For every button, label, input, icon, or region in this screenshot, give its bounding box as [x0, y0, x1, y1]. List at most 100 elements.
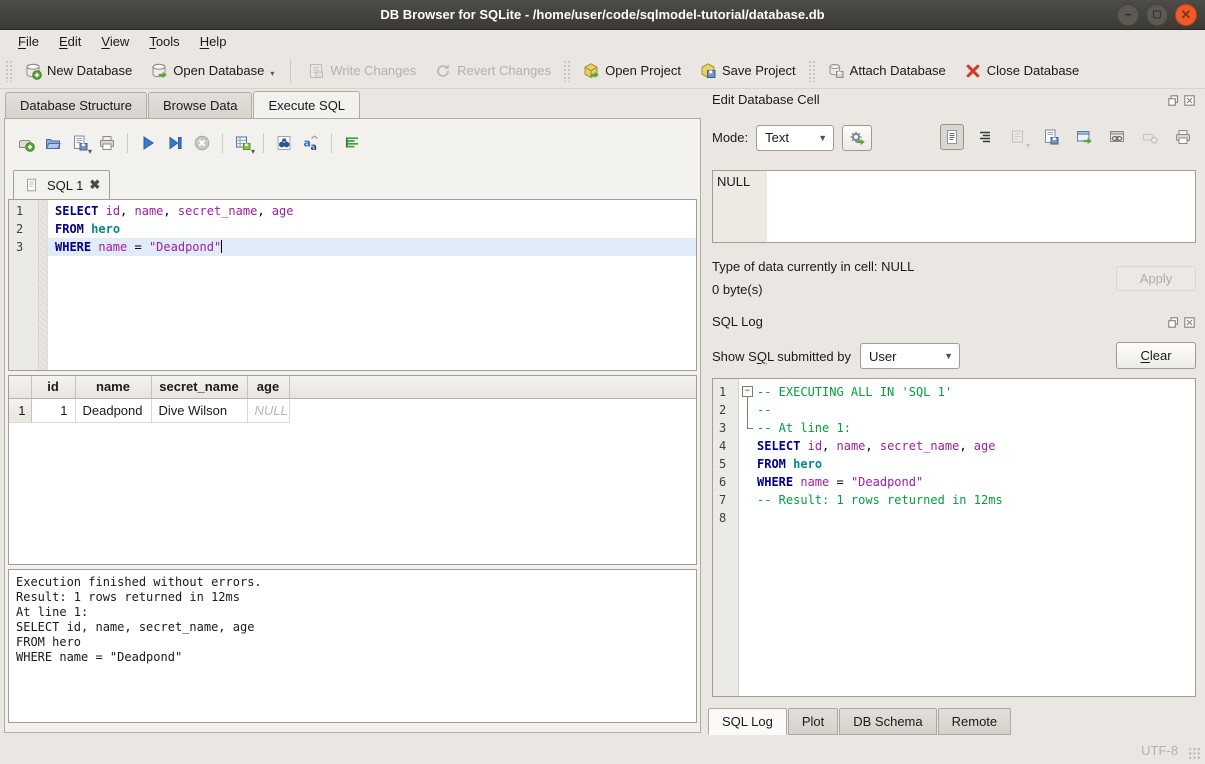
resize-grip[interactable] [1188, 747, 1201, 760]
stop-execution-icon [193, 134, 211, 152]
close-tab-icon[interactable]: ✖ [89, 177, 100, 193]
column-header-name[interactable]: name [75, 376, 151, 398]
stop-execution-button[interactable] [190, 131, 214, 155]
execute-current-line-button[interactable] [163, 131, 187, 155]
open-database-button[interactable]: Open Database▾ [141, 58, 283, 84]
copy-link-button[interactable] [1105, 124, 1129, 150]
clear-log-button[interactable]: Clear [1116, 342, 1196, 369]
export-data-button[interactable] [1039, 124, 1063, 150]
chevron-down-icon[interactable]: ▾ [270, 69, 274, 80]
toolbar-drag-handle[interactable] [808, 60, 815, 82]
log-line: FROM hero [755, 455, 1195, 473]
header-filler [289, 376, 696, 398]
cell-editor-icons [940, 124, 1195, 150]
table-cell[interactable]: 1 [31, 398, 75, 422]
close-dock-icon[interactable] [1183, 316, 1196, 329]
tab-remote[interactable]: Remote [938, 708, 1012, 735]
log-fold-margin[interactable] [739, 379, 755, 696]
menu-tools[interactable]: Tools [139, 31, 189, 52]
svg-text:a: a [311, 142, 317, 152]
open-external-icon [1075, 128, 1093, 146]
document-icon [23, 176, 41, 194]
save-project-button[interactable]: Save Project [690, 58, 805, 84]
open-external-button[interactable] [1072, 124, 1096, 150]
menu-view[interactable]: View [91, 31, 139, 52]
word-wrap-button[interactable] [973, 124, 997, 150]
row-number[interactable]: 1 [9, 398, 31, 422]
tab-browse-data[interactable]: Browse Data [148, 92, 252, 118]
status-line: Result: 1 rows returned in 12ms [16, 590, 689, 605]
import-data-icon [1009, 128, 1027, 146]
sql-editor[interactable]: 123 SELECT id, name, secret_name, ageFRO… [8, 199, 697, 371]
toolbar-drag-handle[interactable] [5, 60, 12, 82]
menu-help[interactable]: Help [190, 31, 237, 52]
fold-collapse-icon[interactable] [739, 383, 755, 401]
print-cell-button[interactable] [1171, 124, 1195, 150]
menu-bar: FileEditViewToolsHelp [0, 30, 1205, 53]
text-mode-button[interactable] [940, 124, 964, 150]
cell-editor[interactable]: NULL [712, 170, 1196, 243]
code-line[interactable]: SELECT id, name, secret_name, age [48, 202, 696, 220]
execute-current-line-icon [166, 134, 184, 152]
tab-db-schema[interactable]: DB Schema [839, 708, 936, 735]
import-data-button[interactable] [1006, 124, 1030, 150]
revert-changes-button[interactable]: Revert Changes [425, 58, 560, 84]
tab-execute-sql[interactable]: Execute SQL [253, 91, 360, 118]
tab-database-structure[interactable]: Database Structure [5, 92, 147, 118]
table-cell[interactable]: Dive Wilson [151, 398, 247, 422]
write-changes-icon [307, 62, 325, 80]
corner-header[interactable] [9, 376, 31, 398]
indent-lines-button[interactable] [340, 131, 364, 155]
execution-status-box[interactable]: Execution finished without errors.Result… [8, 569, 697, 723]
print-button[interactable] [95, 131, 119, 155]
table-cell[interactable]: NULL [247, 398, 289, 422]
results-grid[interactable]: idnamesecret_nameage11DeadpondDive Wilso… [8, 375, 697, 565]
table-row[interactable]: 11DeadpondDive WilsonNULL [9, 398, 696, 422]
menu-edit[interactable]: Edit [49, 31, 91, 52]
minimize-button[interactable]: − [1117, 4, 1139, 26]
import-export-settings-button[interactable] [842, 125, 872, 151]
close-dock-icon[interactable] [1183, 94, 1196, 107]
sql-log-title: SQL Log [712, 314, 763, 329]
sql-document-tab[interactable]: SQL 1 ✖ [13, 170, 110, 199]
sql-log-view[interactable]: 12345678 -- EXECUTING ALL IN 'SQL 1'----… [712, 378, 1196, 697]
tab-sql-log[interactable]: SQL Log [708, 708, 787, 735]
new-database-button[interactable]: New Database [15, 58, 141, 84]
column-header-secret-name[interactable]: secret_name [151, 376, 247, 398]
close-database-button[interactable]: Close Database [955, 58, 1089, 84]
execute-all-button[interactable] [136, 131, 160, 155]
toolbar-drag-handle[interactable] [563, 60, 570, 82]
window-title: DB Browser for SQLite - /home/user/code/… [0, 0, 1205, 29]
export-results-button[interactable] [231, 131, 255, 155]
mode-select[interactable]: Text ▼ [756, 125, 834, 151]
code-line[interactable]: WHERE name = "Deadpond" [48, 238, 696, 256]
toolbar-separator [331, 133, 332, 153]
apply-button[interactable]: Apply [1116, 266, 1196, 291]
open-project-button[interactable]: Open Project [573, 58, 690, 84]
tab-plot[interactable]: Plot [788, 708, 838, 735]
menu-file[interactable]: File [8, 31, 49, 52]
editor-code-area[interactable]: SELECT id, name, secret_name, ageFROM he… [48, 200, 696, 370]
chevron-down-icon: ▼ [944, 351, 953, 361]
save-project-icon [699, 62, 717, 80]
write-changes-button[interactable]: Write Changes [298, 58, 425, 84]
table-cell[interactable]: Deadpond [75, 398, 151, 422]
new-sql-tab-button[interactable] [14, 131, 38, 155]
fold-margin-cell [739, 401, 755, 419]
log-code-area: -- EXECUTING ALL IN 'SQL 1'---- At line … [755, 379, 1195, 696]
code-line[interactable]: FROM hero [48, 220, 696, 238]
save-sql-file-button[interactable] [68, 131, 92, 155]
open-sql-file-button[interactable] [41, 131, 65, 155]
attach-database-button[interactable]: Attach Database [818, 58, 955, 84]
format-sql-button[interactable]: aa [299, 131, 323, 155]
column-header-age[interactable]: age [247, 376, 289, 398]
log-filter-select[interactable]: User ▼ [860, 343, 960, 369]
set-null-button[interactable] [1138, 124, 1162, 150]
float-dock-icon[interactable] [1167, 316, 1180, 329]
close-button[interactable]: ✕ [1175, 4, 1197, 26]
maximize-button[interactable]: ▢ [1146, 4, 1168, 26]
float-dock-icon[interactable] [1167, 94, 1180, 107]
find-replace-button[interactable] [272, 131, 296, 155]
column-header-id[interactable]: id [31, 376, 75, 398]
toolbar-separator [222, 133, 223, 153]
